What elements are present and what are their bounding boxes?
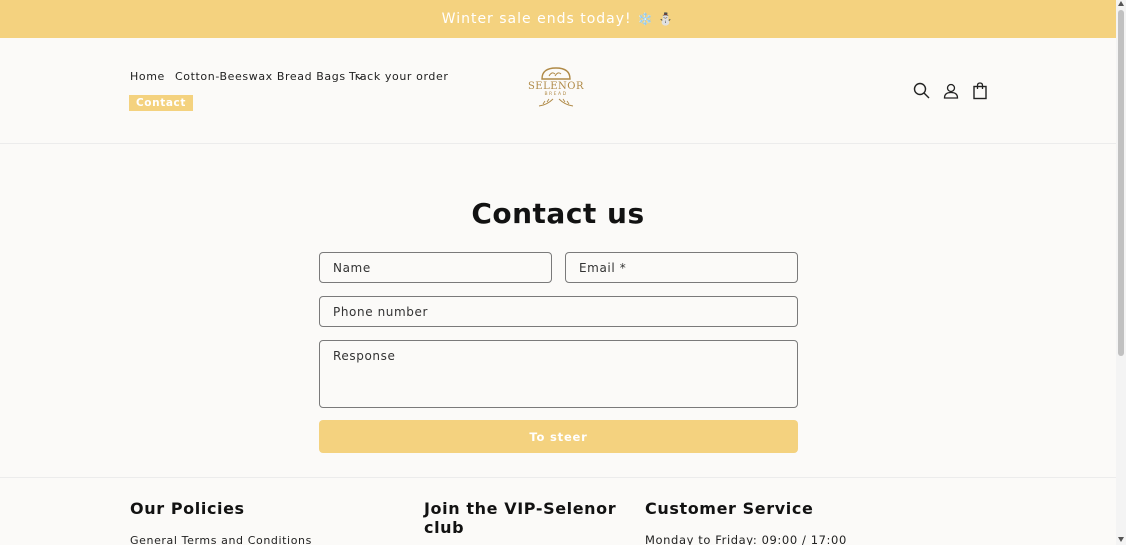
account-icon[interactable] (941, 81, 961, 101)
bread-loaf-icon (541, 67, 571, 80)
search-icon[interactable] (912, 81, 932, 101)
email-field[interactable] (565, 252, 798, 283)
submit-button[interactable]: To steer (319, 420, 798, 453)
nav-home[interactable]: Home (130, 70, 165, 83)
footer-divider (0, 477, 1116, 478)
scroll-down-icon[interactable] (1118, 537, 1124, 542)
cart-icon[interactable] (970, 81, 990, 101)
scroll-up-icon[interactable] (1118, 1, 1124, 6)
logo-brand: SELENOR (527, 81, 585, 92)
response-field[interactable] (319, 340, 798, 408)
footer-service-hours: Monday to Friday: 09:00 / 17:00 (645, 533, 847, 545)
wheat-icon (538, 98, 574, 107)
footer-policies-heading: Our Policies (130, 499, 245, 518)
logo[interactable]: SELENOR BREAD (524, 66, 588, 116)
name-field[interactable] (319, 252, 552, 283)
site-header: Home Cotton-Beeswax Bread Bags Track you… (0, 38, 1116, 144)
nav-contact[interactable]: Contact (129, 95, 193, 111)
footer-service-heading: Customer Service (645, 499, 814, 518)
announcement-bar: Winter sale ends today! ❄️ ⛄ (0, 0, 1116, 38)
nav-bread-bags-label: Cotton-Beeswax Bread Bags (175, 70, 346, 83)
phone-field[interactable] (319, 296, 798, 327)
footer-vip-heading: Join the VIP-Selenor club (424, 499, 617, 537)
announcement-emojis: ❄️ ⛄ (637, 12, 675, 26)
scroll-thumb[interactable] (1118, 10, 1124, 356)
nav-bread-bags[interactable]: Cotton-Beeswax Bread Bags (175, 70, 364, 83)
announcement-text: Winter sale ends today! (441, 11, 632, 27)
nav-track-order[interactable]: Track your order (349, 70, 448, 83)
footer-terms-link[interactable]: General Terms and Conditions (130, 534, 312, 545)
scrollbar[interactable] (1116, 0, 1126, 545)
page-title: Contact us (471, 197, 645, 230)
